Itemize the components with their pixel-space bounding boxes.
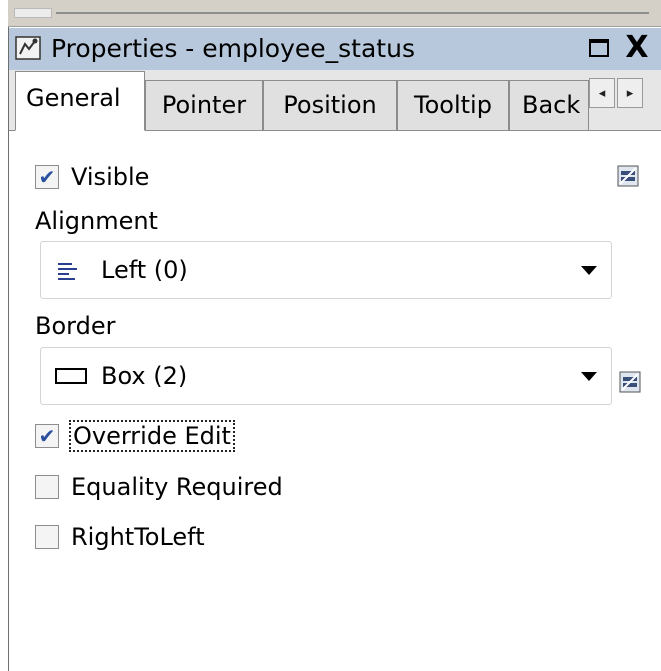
border-dropdown[interactable]: Box (2) (40, 347, 612, 405)
tab-scroll-left-button[interactable]: ◂ (589, 78, 615, 108)
tab-bar: General Pointer Position Tooltip Back ◂ … (9, 70, 661, 131)
close-button[interactable]: X (621, 33, 653, 63)
visible-checkbox[interactable]: ✔ (35, 165, 59, 189)
right-to-left-checkbox[interactable] (35, 525, 59, 549)
override-edit-checkbox-row[interactable]: ✔ Override Edit (35, 420, 235, 452)
visible-label: Visible (71, 163, 150, 191)
general-tab-content: ✔ Visible Alignment Left (0) Border Box … (9, 131, 661, 671)
dock-grip[interactable] (14, 8, 52, 18)
chevron-right-icon: ▸ (626, 85, 634, 101)
restore-button[interactable] (583, 33, 615, 63)
tab-general[interactable]: General (15, 71, 145, 131)
chevron-down-icon (581, 266, 597, 275)
alignment-value: Left (0) (101, 256, 188, 284)
properties-icon (15, 36, 41, 60)
border-label: Border (35, 312, 116, 340)
panel-title: Properties - employee_status (51, 34, 415, 63)
tab-scroll-right-button[interactable]: ▸ (617, 78, 643, 108)
panel-titlebar[interactable]: Properties - employee_status X (9, 27, 661, 71)
align-left-icon (58, 263, 77, 280)
right-to-left-label: RightToLeft (71, 523, 205, 551)
override-edit-label: Override Edit (69, 420, 235, 452)
dock-divider (56, 12, 649, 14)
equality-required-label: Equality Required (71, 473, 283, 501)
equality-required-checkbox[interactable] (35, 475, 59, 499)
alignment-dropdown[interactable]: Left (0) (40, 241, 612, 299)
border-expression-icon[interactable] (619, 371, 641, 393)
chevron-down-icon (581, 372, 597, 381)
visible-expression-icon[interactable] (617, 165, 639, 187)
alignment-label: Alignment (35, 207, 158, 235)
right-to-left-checkbox-row[interactable]: RightToLeft (35, 521, 205, 553)
tab-background[interactable]: Back (509, 80, 589, 130)
box-border-icon (55, 368, 87, 384)
override-edit-checkbox[interactable]: ✔ (35, 424, 59, 448)
tab-position[interactable]: Position (263, 80, 397, 130)
dock-strip (8, 0, 661, 27)
restore-icon (589, 39, 609, 57)
chevron-left-icon: ◂ (598, 85, 606, 101)
tab-tooltip[interactable]: Tooltip (397, 80, 509, 130)
equality-required-checkbox-row[interactable]: Equality Required (35, 471, 283, 503)
visible-checkbox-row[interactable]: ✔ Visible (35, 161, 149, 193)
tab-pointer[interactable]: Pointer (145, 80, 263, 130)
border-value: Box (2) (101, 362, 188, 390)
